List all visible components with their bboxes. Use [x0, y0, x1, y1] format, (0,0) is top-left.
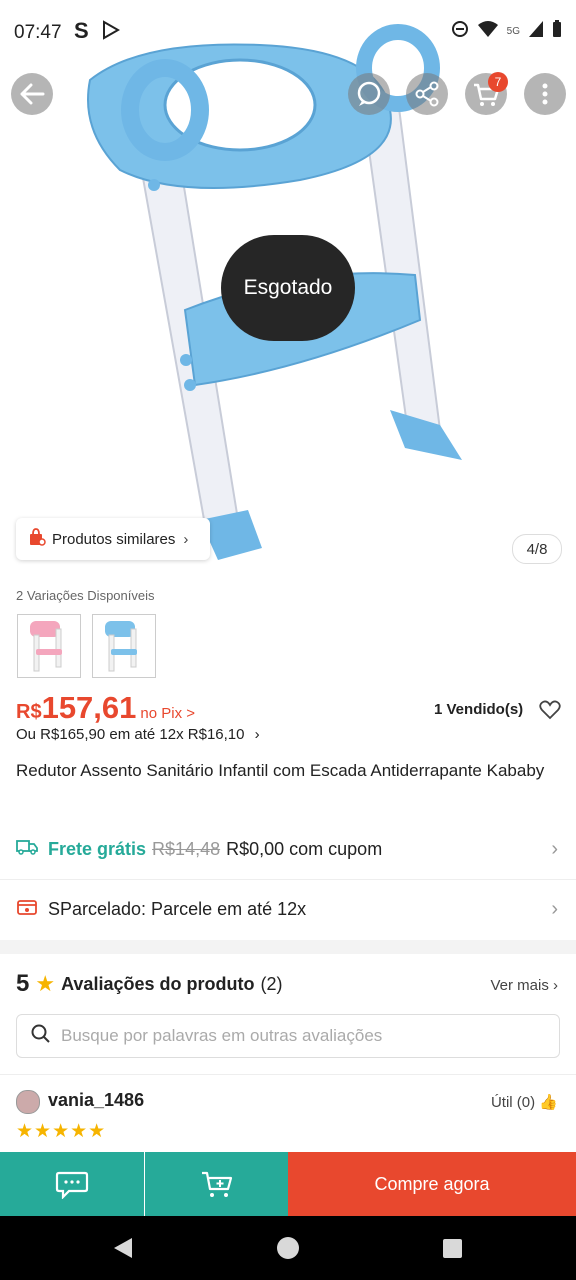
useful-button[interactable]: Útil (0) 👍: [491, 1093, 558, 1111]
favorite-button[interactable]: [539, 700, 561, 725]
see-more-link[interactable]: Ver mais ›: [490, 977, 558, 994]
sold-count: 1 Vendido(s): [434, 701, 524, 718]
reviews-rating: 5: [16, 970, 30, 997]
parcelado-label: SParcelado: Parcele em até 12x: [48, 898, 307, 919]
truck-icon: [16, 839, 38, 860]
blue-ladder-thumbnail: [105, 621, 137, 672]
network-type: 5G: [506, 26, 520, 37]
free-shipping-label: Frete grátis: [48, 838, 147, 859]
shipping-new-price: R$0,00 com cupom: [226, 838, 383, 859]
section-gap: [0, 940, 576, 954]
wifi-icon: [477, 20, 499, 43]
similar-products-label: Produtos similares: [52, 530, 176, 548]
chevron-right-icon: ›: [553, 977, 558, 994]
dnd-icon: [451, 20, 469, 43]
whatsapp-button[interactable]: [348, 73, 390, 115]
back-button[interactable]: [11, 73, 53, 115]
image-page-indicator: 4/8: [512, 534, 562, 564]
battery-icon: [552, 20, 562, 43]
variations-title: 2 Variações Disponíveis: [16, 588, 155, 603]
share-icon: [415, 81, 439, 107]
add-cart-icon: [201, 1171, 232, 1197]
chat-icon: [55, 1171, 89, 1199]
status-icons: 5G: [451, 20, 562, 43]
review-username: vania_1486: [48, 1090, 145, 1110]
status-bar: 07:47 S 5G: [0, 0, 576, 64]
buy-now-button[interactable]: Compre agora: [288, 1152, 576, 1216]
reviews-header: 5 ★ Avaliações do produto (2): [16, 970, 282, 998]
variation-thumb-blue[interactable]: [92, 614, 156, 678]
reviews-search-input[interactable]: Busque por palavras em outras avaliações: [16, 1014, 560, 1058]
chevron-right-icon: ›: [551, 837, 558, 860]
reviews-title: Avaliações do produto: [61, 973, 255, 994]
review-stars: ★★★★★: [16, 1121, 107, 1142]
pix-link[interactable]: no Pix >: [140, 705, 195, 722]
installment-icon: [16, 898, 38, 921]
pink-ladder-thumbnail: [30, 621, 62, 672]
useful-label: Útil (0): [490, 1094, 536, 1111]
chat-button[interactable]: [0, 1152, 144, 1216]
similar-products-button[interactable]: Produtos similares ›: [16, 518, 210, 560]
thumbs-up-icon: 👍: [539, 1094, 558, 1111]
parcelado-row[interactable]: SParcelado: Parcele em até 12x ›: [0, 880, 576, 938]
variation-thumb-pink[interactable]: [17, 614, 81, 678]
bottom-action-bar: Compre agora: [0, 1152, 576, 1216]
nav-back-button[interactable]: [112, 1236, 134, 1265]
more-options-button[interactable]: [524, 73, 566, 115]
nav-recents-button[interactable]: [443, 1239, 462, 1258]
price[interactable]: R$ 157,61 no Pix >: [16, 690, 195, 726]
product-name: Redutor Assento Sanitário Infantil com E…: [16, 761, 545, 780]
price-value: 157,61: [41, 690, 137, 725]
soldout-badge: Esgotado: [221, 235, 355, 341]
installment-text: Ou R$165,90 em até 12x R$16,10: [16, 726, 245, 743]
reviews-count: (2): [260, 973, 283, 994]
chevron-right-icon: ›: [551, 897, 558, 920]
cart-badge: 7: [488, 72, 508, 92]
divider: [0, 1074, 576, 1075]
installment-info[interactable]: Ou R$165,90 em até 12x R$16,10 ›: [16, 726, 260, 743]
share-button[interactable]: [406, 73, 448, 115]
see-more-label: Ver mais: [490, 977, 549, 994]
star-icon: ★: [35, 971, 56, 996]
status-time: 07:47: [14, 22, 62, 43]
chevron-right-icon: ›: [254, 726, 260, 743]
back-triangle-icon: [114, 1238, 132, 1258]
more-vertical-icon: [542, 83, 548, 105]
price-currency: R$: [16, 701, 42, 723]
app-notification-icon: S: [74, 18, 89, 43]
shipping-row[interactable]: Frete grátis R$14,48 R$0,00 com cupom ›: [0, 820, 576, 878]
shipping-old-price: R$14,48: [152, 838, 221, 859]
search-icon: [31, 1024, 51, 1049]
signal-icon: [528, 20, 544, 43]
heart-icon: [539, 700, 561, 720]
search-placeholder: Busque por palavras em outras avaliações: [61, 1026, 383, 1045]
arrow-left-icon: [20, 83, 45, 105]
avatar: [16, 1090, 40, 1114]
whatsapp-icon: [357, 81, 381, 106]
chevron-right-icon: ›: [183, 530, 189, 548]
nav-home-button[interactable]: [277, 1237, 299, 1259]
add-to-cart-button[interactable]: [145, 1152, 288, 1216]
play-store-icon: [102, 20, 121, 45]
system-navigation-bar: [0, 1216, 576, 1280]
bag-icon: [28, 528, 46, 550]
